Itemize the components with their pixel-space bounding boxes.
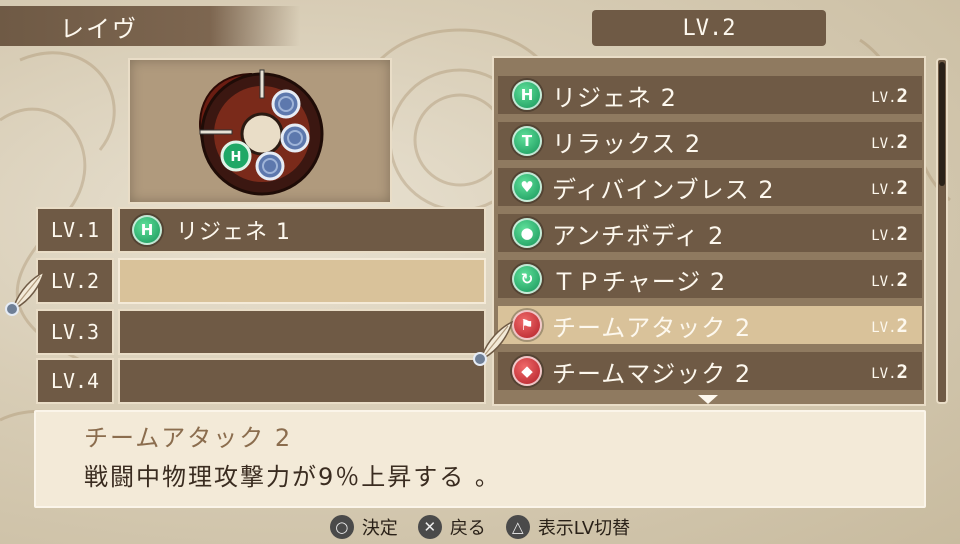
skill-name: チームアタック 2	[552, 313, 752, 342]
skill-emblem-icon: H	[199, 69, 324, 196]
skill-list-item[interactable]: ● アンチボディ 2 LV.2	[498, 214, 922, 252]
level-row-4[interactable]: LV.4	[36, 358, 486, 404]
regen-icon: H	[512, 80, 542, 110]
skill-level: LV.2	[871, 223, 908, 245]
level-row-1[interactable]: LV.1 H リジェネ 1	[36, 207, 486, 253]
regen-icon: H	[132, 215, 162, 245]
cross-button-icon: ✕	[417, 515, 442, 539]
skill-list-item[interactable]: H リジェネ 2 LV.2	[498, 76, 922, 114]
skill-list-item[interactable]: T リラックス 2 LV.2	[498, 122, 922, 160]
character-name-banner: レイヴ	[0, 6, 300, 46]
feather-cursor-icon	[5, 270, 46, 316]
skill-list-item[interactable]: ♥ ディバインブレス 2 LV.2	[498, 168, 922, 206]
skill-level: LV.2	[871, 315, 908, 337]
level-slot[interactable]	[118, 358, 486, 404]
emblem-slot-icon: H	[231, 150, 242, 165]
scroll-thumb[interactable]	[939, 62, 945, 186]
team-attack-icon: ⚑	[512, 310, 542, 340]
skill-level: LV.2	[871, 361, 908, 383]
person-icon: ●	[512, 218, 542, 248]
confirm-label: 決定	[361, 518, 398, 539]
skill-level: LV.2	[871, 131, 908, 153]
level-slot[interactable]	[118, 309, 486, 355]
skill-level: LV.2	[871, 177, 908, 199]
back-hint[interactable]: ✕ 戻る	[417, 514, 486, 540]
skill-name: ＴＰチャージ 2	[552, 267, 727, 296]
level-slot-selected[interactable]	[118, 258, 486, 304]
skill-name: ディバインブレス 2	[552, 175, 775, 204]
toggle-level-label: 表示LV切替	[537, 518, 631, 539]
recharge-icon: ↻	[512, 264, 542, 294]
skill-list-item[interactable]: ◆ チームマジック 2 LV.2	[498, 352, 922, 390]
skill-name: リラックス 2	[552, 129, 702, 158]
skill-description: チームアタック 2 戦闘中物理攻撃力が9％上昇する 。	[34, 410, 926, 508]
team-magic-icon: ◆	[512, 356, 542, 386]
skill-name: チームマジック 2	[552, 359, 752, 388]
level-row-3[interactable]: LV.3	[36, 309, 486, 355]
skill-name: リジェネ 2	[552, 83, 677, 112]
level-label: LV.1	[36, 207, 114, 253]
level-row-2[interactable]: LV.2	[36, 258, 486, 304]
control-hints: ○ 決定 ✕ 戻る △ 表示LV切替	[0, 513, 960, 541]
triangle-button-icon: △	[505, 515, 530, 539]
back-label: 戻る	[449, 518, 486, 539]
level-slot[interactable]: H リジェネ 1	[118, 207, 486, 253]
skill-level: LV.2	[871, 269, 908, 291]
skill-list-item[interactable]: ↻ ＴＰチャージ 2 LV.2	[498, 260, 922, 298]
circle-button-icon: ○	[329, 515, 354, 539]
display-level-banner: LV.2	[592, 10, 826, 46]
emblem-frame: H	[128, 58, 392, 204]
skill-list-scrollbar[interactable]	[936, 58, 948, 404]
skill-list-item-selected[interactable]: ⚑ チームアタック 2 LV.2	[498, 306, 922, 344]
toggle-level-hint[interactable]: △ 表示LV切替	[505, 514, 631, 540]
tp-relax-icon: T	[512, 126, 542, 156]
skill-name: アンチボディ 2	[552, 221, 725, 250]
scroll-down-arrow-icon[interactable]	[698, 395, 718, 404]
heart-icon: ♥	[512, 172, 542, 202]
display-level: LV.2	[682, 15, 736, 41]
skill-list[interactable]: H リジェネ 2 LV.2 T リラックス 2 LV.2 ♥ ディバインブレス …	[492, 56, 926, 406]
character-name: レイヴ	[60, 14, 138, 43]
feather-cursor-icon	[473, 320, 514, 366]
description-text: 戦闘中物理攻撃力が9％上昇する 。	[84, 463, 501, 491]
confirm-hint[interactable]: ○ 決定	[329, 514, 398, 540]
skill-level: LV.2	[871, 85, 908, 107]
description-title: チームアタック 2	[84, 424, 293, 452]
level-slot-skill: リジェネ 1	[176, 220, 291, 245]
level-label: LV.4	[36, 358, 114, 404]
